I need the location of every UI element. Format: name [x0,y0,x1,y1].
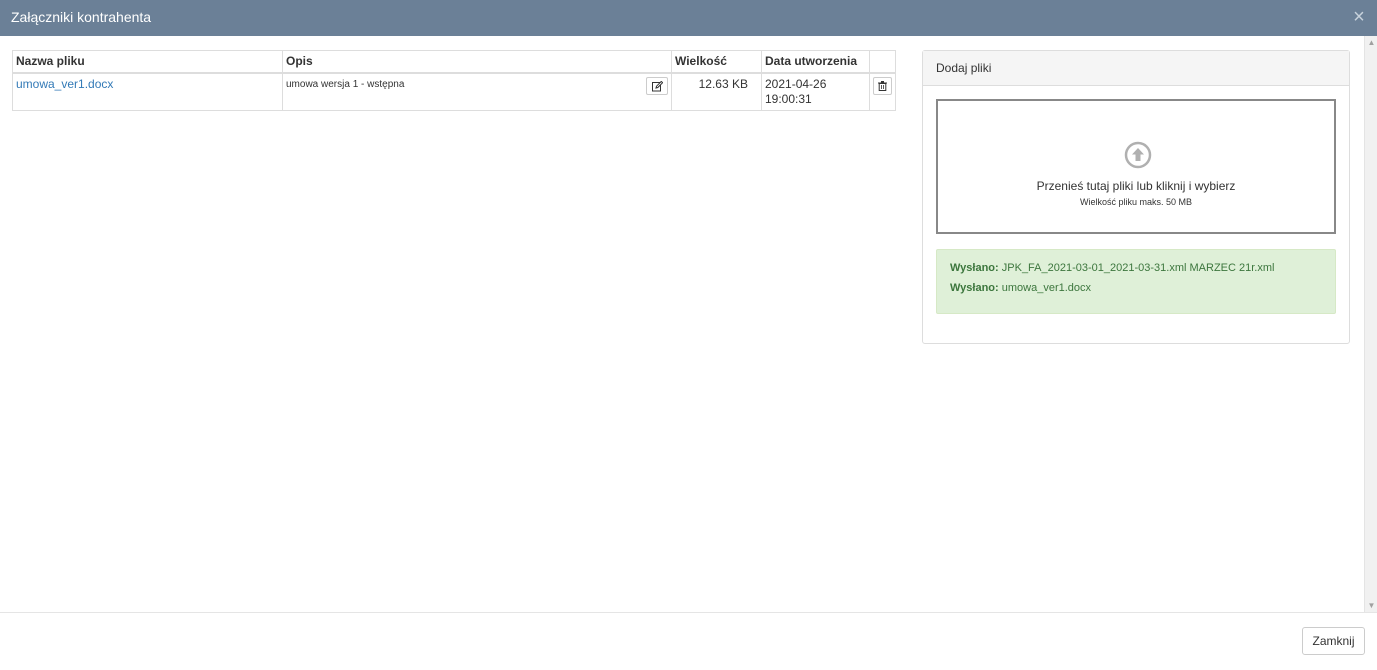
close-button[interactable]: Zamknij [1302,627,1365,655]
table-row: umowa_ver1.docx umowa wersja 1 - wstępna… [12,72,896,111]
upload-success-alert: Wysłano: JPK_FA_2021-03-01_2021-03-31.xm… [936,249,1336,314]
trash-icon [878,80,887,91]
edit-description-button[interactable] [646,76,668,95]
dropzone-size-limit: Wielkość pliku maks. 50 MB [1079,197,1193,207]
upload-arrow-icon [1124,141,1152,169]
column-header-name[interactable]: Nazwa pliku [12,50,283,74]
uploaded-file-name: JPK_FA_2021-03-01_2021-03-31.xml MARZEC … [1001,262,1275,274]
uploaded-label: Wysłano: [950,282,999,294]
column-header-size[interactable]: Wielkość [671,50,762,74]
uploaded-file-entry: Wysłano: umowa_ver1.docx [950,278,1322,298]
delete-file-button[interactable] [873,76,892,95]
attachments-dialog: Załączniki kontrahenta × Nazwa pliku Opi… [0,0,1377,670]
panel-heading: Dodaj pliki [923,51,1349,86]
file-created-date: 2021-04-26 [765,76,827,91]
column-header-description[interactable]: Opis [282,50,672,74]
uploaded-file-entry: Wysłano: JPK_FA_2021-03-01_2021-03-31.xm… [950,258,1322,278]
file-size-cell: 12.63 KB [671,72,762,111]
file-created-time: 19:00:31 [765,91,812,106]
attachments-table: Nazwa pliku Opis Wielkość Data utworzeni… [12,50,896,111]
dialog-body: Nazwa pliku Opis Wielkość Data utworzeni… [0,36,1377,612]
dialog-header: Załączniki kontrahenta × [0,0,1377,36]
dialog-footer: Zamknij [0,612,1377,670]
file-name-cell: umowa_ver1.docx [12,72,283,111]
add-files-panel: Dodaj pliki Przenieś tutaj pliki lub kli… [922,50,1350,344]
edit-icon [651,80,663,91]
column-header-created[interactable]: Data utworzenia [761,50,870,74]
close-icon[interactable]: × [1351,7,1367,27]
dialog-title: Załączniki kontrahenta [11,9,152,25]
dropzone-instructions: Przenieś tutaj pliki lub kliknij i wybie… [1036,179,1236,193]
scroll-up-icon[interactable]: ▲ [1365,36,1377,49]
vertical-scrollbar[interactable]: ▲ ▼ [1364,36,1377,612]
file-created-cell: 2021-04-26 19:00:31 [761,72,870,111]
file-actions-cell [869,72,896,111]
file-dropzone[interactable]: Przenieś tutaj pliki lub kliknij i wybie… [936,99,1336,234]
file-description-cell: umowa wersja 1 - wstępna [282,72,672,111]
uploaded-file-name: umowa_ver1.docx [1001,282,1092,294]
column-header-actions [869,50,896,74]
file-description: umowa wersja 1 - wstępna [286,78,405,90]
file-download-link[interactable]: umowa_ver1.docx [16,77,113,91]
scroll-down-icon[interactable]: ▼ [1365,599,1377,612]
table-header-row: Nazwa pliku Opis Wielkość Data utworzeni… [12,50,896,74]
uploaded-label: Wysłano: [950,262,999,274]
